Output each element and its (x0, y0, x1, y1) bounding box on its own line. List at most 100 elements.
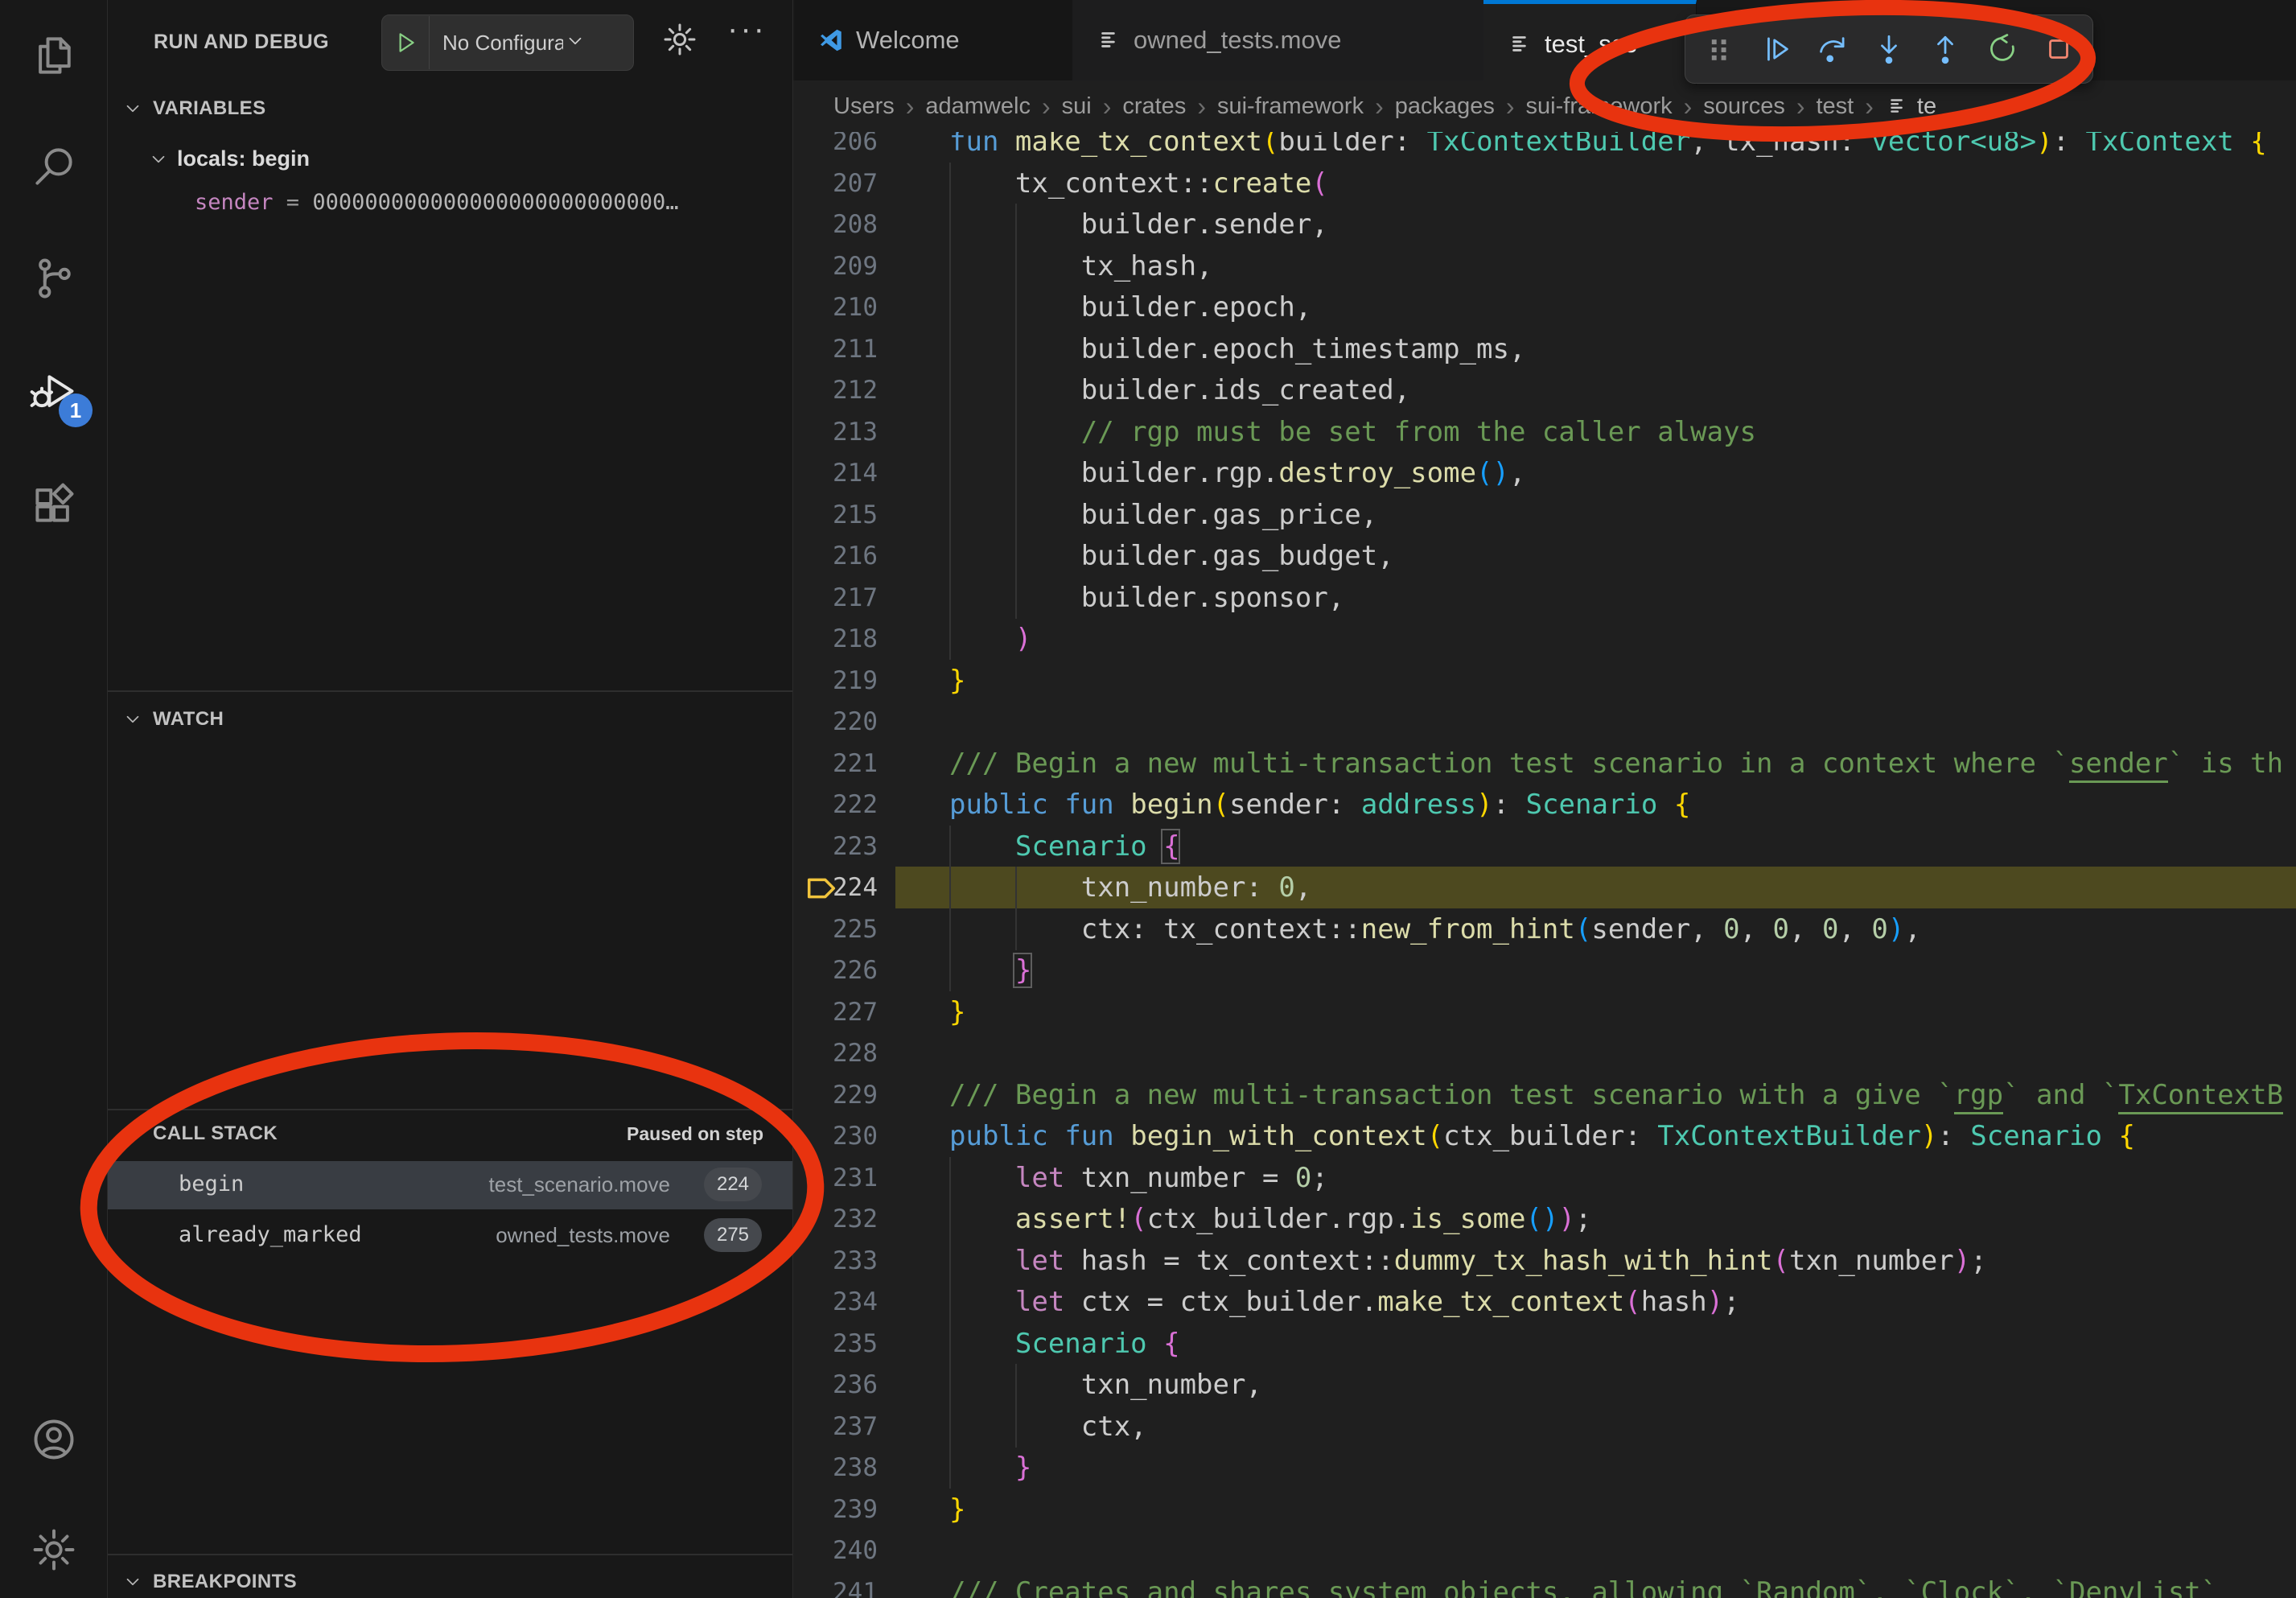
chevron-right-icon: › (1684, 92, 1693, 121)
section-header-watch[interactable]: WATCH (108, 698, 792, 740)
code-line[interactable]: 213 // rgp must be set from the caller a… (793, 411, 2296, 453)
gear-icon[interactable] (661, 21, 698, 62)
code-token: txn_number (1789, 1245, 1954, 1277)
code-line[interactable]: 222public fun begin(sender: address): Sc… (793, 784, 2296, 826)
variable-row[interactable]: sender = 000000000000000000000000000… (195, 190, 790, 229)
activity-bar-item-manage[interactable] (0, 1505, 107, 1594)
code-line[interactable]: 211 builder.epoch_timestamp_ms, (793, 328, 2296, 370)
step-into-button[interactable] (1870, 27, 1908, 72)
code-line[interactable]: 229/// Begin a new multi-transaction tes… (793, 1074, 2296, 1116)
code-line[interactable]: 236 txn_number, (793, 1364, 2296, 1406)
breadcrumb-item[interactable]: crates (1122, 93, 1186, 120)
step-out-button[interactable] (1926, 27, 1965, 72)
code-line[interactable]: 225 ctx: tx_context::new_from_hint(sende… (793, 908, 2296, 950)
tab-test_sce[interactable]: test_sce (1483, 0, 1697, 84)
drag-handle[interactable] (1700, 27, 1738, 72)
code-text: } (949, 1447, 1031, 1489)
code-line[interactable]: 219} (793, 660, 2296, 702)
code-line[interactable]: 228 (793, 1032, 2296, 1074)
code-token: let (1015, 1286, 1064, 1318)
code-line[interactable]: 216 builder.gas_budget, (793, 535, 2296, 577)
code-line[interactable]: 238 } (793, 1447, 2296, 1489)
code-line[interactable]: 217 builder.sponsor, (793, 577, 2296, 619)
code-token: txn_number, (949, 1369, 1262, 1401)
code-token (949, 1203, 1015, 1235)
step-over-button[interactable] (1813, 27, 1852, 72)
breadcrumb[interactable]: Users›adamwelc›sui›crates›sui-framework›… (793, 80, 2296, 132)
tab-owned_tests-move[interactable]: owned_tests.move (1072, 0, 1484, 80)
activity-bar-item-run-and-debug[interactable]: 1 (0, 348, 107, 437)
code-text: builder.sponsor, (949, 577, 1344, 619)
tab-welcome[interactable]: Welcome (795, 0, 1073, 80)
code-line[interactable]: 241/// Creates and shares system objects… (793, 1571, 2296, 1598)
breadcrumb-item[interactable]: sources (1703, 93, 1785, 120)
line-number: 221 (793, 743, 878, 785)
code-line[interactable]: 223 Scenario { (793, 826, 2296, 867)
code-line[interactable]: 214 builder.rgp.destroy_some(), (793, 452, 2296, 494)
code-line[interactable]: 209 tx_hash, (793, 245, 2296, 287)
code-token: rgp (1954, 1079, 2003, 1114)
section-header-breakpoints[interactable]: BREAKPOINTS (108, 1561, 792, 1598)
code-token (949, 1286, 1015, 1318)
call-stack-frame[interactable]: begintest_scenario.move224 (108, 1161, 792, 1209)
code-token (1048, 789, 1064, 821)
code-line[interactable]: 232 assert!(ctx_builder.rgp.is_some()); (793, 1198, 2296, 1240)
code-line[interactable]: 226 } (793, 949, 2296, 991)
code-token: begin_with_context (1130, 1120, 1426, 1152)
code-line[interactable]: 231 let txn_number = 0; (793, 1157, 2296, 1199)
tab-label: Welcome (856, 26, 960, 55)
breadcrumb-item[interactable]: sui-framework (1217, 93, 1364, 120)
code-token (949, 623, 1015, 655)
code-token: ) (1954, 1245, 1970, 1277)
code-line[interactable]: 235 Scenario { (793, 1323, 2296, 1365)
code-line[interactable]: 237 ctx, (793, 1406, 2296, 1448)
code-text: builder.sender, (949, 204, 1328, 245)
breadcrumb-item[interactable]: adamwelc (925, 93, 1031, 120)
start-debugging-icon[interactable] (382, 29, 429, 56)
code-line[interactable]: 239} (793, 1489, 2296, 1530)
breadcrumb-item[interactable]: test (1817, 93, 1854, 120)
tab-bar: Welcomeowned_tests.movetest_sce (793, 0, 2296, 80)
line-number: 215 (793, 494, 878, 536)
code-text: let hash = tx_context::dummy_tx_hash_wit… (949, 1240, 1987, 1282)
code-line[interactable]: 233 let hash = tx_context::dummy_tx_hash… (793, 1240, 2296, 1282)
code-line[interactable]: 224 txn_number: 0, (793, 867, 2296, 908)
breadcrumb-item[interactable]: sui (1062, 93, 1092, 120)
activity-bar-item-source-control[interactable] (0, 234, 107, 323)
code-line[interactable]: 218 ) (793, 618, 2296, 660)
code-area[interactable]: 206fun make_tx_context(builder: TxContex… (793, 0, 2296, 1598)
code-line[interactable]: 230public fun begin_with_context(ctx_bui… (793, 1115, 2296, 1157)
code-line[interactable]: 227} (793, 991, 2296, 1033)
code-line[interactable]: 221/// Begin a new multi-transaction tes… (793, 743, 2296, 785)
call-stack-frame[interactable]: already_markedowned_tests.move275 (108, 1212, 792, 1260)
code-line[interactable]: 212 builder.ids_created, (793, 369, 2296, 411)
breadcrumb-file[interactable]: te (1917, 93, 1936, 120)
chevron-down-icon (148, 149, 169, 174)
continue-button[interactable] (1756, 27, 1795, 72)
activity-bar-item-extensions[interactable] (0, 459, 107, 548)
code-text: } (949, 660, 965, 702)
activity-bar-item-explorer[interactable] (0, 11, 107, 100)
breadcrumb-item[interactable]: sui-framework (1526, 93, 1673, 120)
code-line[interactable]: 207 tx_context::create( (793, 163, 2296, 204)
debug-config-dropdown[interactable]: No Configura (381, 14, 634, 71)
code-line[interactable]: 234 let ctx = ctx_builder.make_tx_contex… (793, 1281, 2296, 1323)
breadcrumb-item[interactable]: Users (833, 93, 895, 120)
section-header-variables[interactable]: VARIABLES (108, 88, 792, 130)
code-line[interactable]: 220 (793, 701, 2296, 743)
code-line[interactable]: 210 builder.epoch, (793, 286, 2296, 328)
code-token: destroy_some (1278, 457, 1476, 489)
file-lines-icon (1885, 94, 1909, 118)
section-header-call-stack[interactable]: CALL STACKPaused on step (108, 1113, 792, 1155)
more-actions-icon[interactable]: ··· (727, 11, 767, 47)
code-line[interactable]: 240 (793, 1530, 2296, 1571)
code-token: , (1904, 913, 1920, 945)
activity-bar-item-search[interactable] (0, 122, 107, 211)
restart-button[interactable] (1983, 27, 2022, 72)
code-line[interactable]: 215 builder.gas_price, (793, 494, 2296, 536)
variables-scope-row[interactable]: locals: begin (108, 138, 792, 180)
stop-button[interactable] (2039, 27, 2078, 72)
code-line[interactable]: 208 builder.sender, (793, 204, 2296, 245)
breadcrumb-item[interactable]: packages (1395, 93, 1495, 120)
activity-bar-item-account[interactable] (0, 1395, 107, 1484)
